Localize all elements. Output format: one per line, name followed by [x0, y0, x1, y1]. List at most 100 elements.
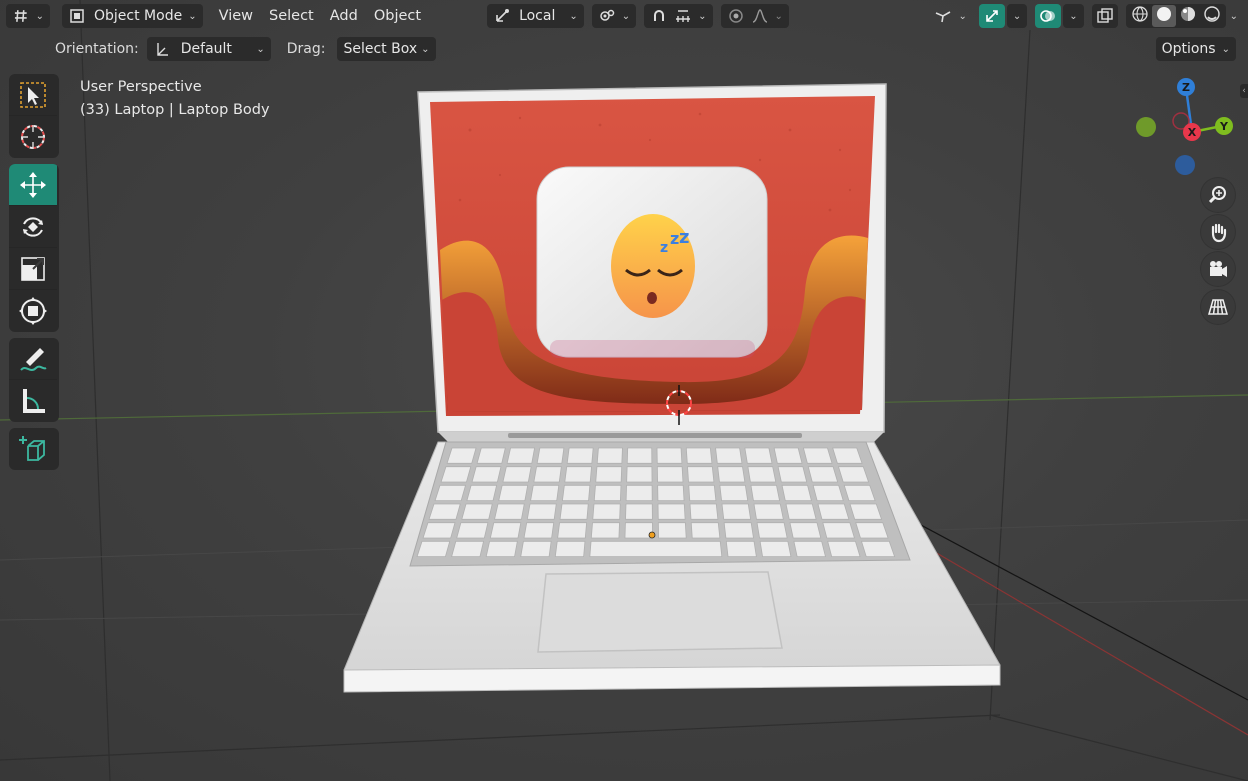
- keyboard-key: [461, 503, 493, 520]
- keyboard-key: [685, 447, 713, 464]
- drag-dropdown[interactable]: Select Box ⌄: [337, 37, 436, 61]
- material-shading-button[interactable]: [1176, 5, 1200, 27]
- overlay-dropdown[interactable]: ⌄: [1063, 4, 1084, 28]
- rendered-shading-button[interactable]: [1200, 5, 1224, 27]
- xray-toggle[interactable]: [1091, 4, 1118, 28]
- keyboard-key: [721, 503, 752, 520]
- laptop-lid: z z z: [417, 83, 887, 442]
- zoom-button[interactable]: [1201, 178, 1235, 212]
- tool-scale[interactable]: [9, 248, 57, 290]
- keyboard-key: [557, 522, 588, 539]
- keyboard-key: [715, 447, 743, 464]
- proportional-editing-toggle[interactable]: ⌄: [720, 4, 789, 28]
- tool-rotate[interactable]: [9, 206, 57, 248]
- keyboard-key: [687, 466, 715, 483]
- solid-shading-button[interactable]: [1151, 5, 1176, 27]
- keyboard-key: [789, 522, 822, 539]
- snap-toggle[interactable]: ⌄: [644, 4, 713, 28]
- axis-y-label: Y: [1219, 120, 1229, 133]
- tool-move[interactable]: [9, 164, 57, 206]
- pivot-point-dropdown[interactable]: ⌄: [591, 4, 637, 28]
- keyboard-key: [434, 484, 467, 502]
- menu-add[interactable]: Add: [322, 8, 366, 24]
- keyboard-key: [657, 503, 686, 520]
- tool-annotate[interactable]: [9, 338, 57, 380]
- object-mode-icon: [70, 9, 84, 23]
- keyboard-key: [807, 466, 839, 483]
- overlay-icon: [1040, 10, 1056, 22]
- keyboard-key: [595, 466, 623, 483]
- menu-object[interactable]: Object: [366, 8, 429, 24]
- navigation-gizmo[interactable]: Z Y X: [1126, 74, 1236, 179]
- keyboard-key: [592, 503, 621, 520]
- sidebar-toggle[interactable]: ‹: [1240, 84, 1248, 98]
- perspective-toggle-button[interactable]: [1201, 290, 1235, 324]
- keyboard-key: [626, 466, 653, 483]
- camera-icon: [1210, 261, 1227, 277]
- viewport-header: ⌄ Object Mode ⌄ View Select Add Object L…: [0, 0, 1248, 32]
- tool-cursor[interactable]: [9, 116, 57, 158]
- mode-dropdown[interactable]: Object Mode ⌄: [62, 4, 203, 28]
- keyboard-key: [753, 503, 784, 520]
- header-menus: View Select Add Object: [211, 8, 429, 24]
- tool-measure[interactable]: [9, 380, 57, 422]
- axis-neg-y[interactable]: [1136, 117, 1156, 137]
- header-right: ⌄ ⌄ ⌄ ⌄: [928, 4, 1242, 28]
- tool-settings-bar: Orientation: Default ⌄ Drag: Select Box …: [0, 34, 1248, 64]
- transform-orientation-dropdown[interactable]: Local ⌄: [487, 4, 584, 28]
- editor-type-button[interactable]: ⌄: [6, 4, 50, 28]
- menu-view[interactable]: View: [211, 8, 261, 24]
- snap-icon: [654, 10, 665, 21]
- keyboard-key: [656, 466, 684, 483]
- keyboard-key: [561, 484, 591, 502]
- orientation-label: Local: [519, 8, 556, 24]
- gizmo-dropdown[interactable]: ⌄: [1006, 4, 1028, 28]
- keyboard-key: [725, 540, 757, 558]
- keyboard-key: [523, 522, 555, 539]
- keyboard-key: [843, 484, 876, 502]
- wireframe-shading-button[interactable]: [1128, 5, 1152, 27]
- keyboard-key: [485, 540, 518, 558]
- options-dropdown[interactable]: Options ⌄: [1155, 37, 1236, 61]
- shading-dropdown[interactable]: ⌄: [1226, 4, 1242, 28]
- keyboard-key: [657, 484, 685, 502]
- orientation-setting-dropdown[interactable]: Default ⌄: [146, 37, 271, 61]
- keyboard-key: [593, 484, 622, 502]
- keyboard-key: [446, 447, 477, 464]
- keyboard-key: [554, 540, 586, 558]
- keyboard-key: [476, 447, 506, 464]
- laptop-base: [343, 441, 1001, 693]
- visibility-icon: [936, 11, 951, 23]
- tool-transform[interactable]: [9, 290, 57, 332]
- keyboard-key: [625, 503, 653, 520]
- pivot-icon: [600, 9, 614, 21]
- keyboard-key: [832, 447, 863, 464]
- axis-x-label: X: [1188, 126, 1197, 139]
- tool-select-box[interactable]: [9, 74, 57, 116]
- viewport-editor-icon: [14, 10, 27, 22]
- keyboard-key: [849, 503, 883, 520]
- menu-select[interactable]: Select: [261, 8, 322, 24]
- keyboard-key: [456, 522, 489, 539]
- keyboard-key: [817, 503, 850, 520]
- camera-view-button[interactable]: [1201, 252, 1235, 286]
- keyboard-key: [860, 540, 896, 558]
- overlay-toggle[interactable]: [1035, 4, 1062, 28]
- rendered-icon: [1203, 6, 1220, 22]
- 3d-viewport[interactable]: z z z ⌄ Object Mode ⌄ View Select Add Ob…: [0, 0, 1248, 781]
- keyboard-key: [559, 503, 589, 520]
- tool-add-cube[interactable]: [9, 428, 57, 470]
- keyboard-key: [855, 522, 889, 539]
- keyboard-key: [564, 466, 592, 483]
- keyboard-key: [690, 522, 721, 539]
- keyboard-key: [656, 447, 683, 464]
- pan-button[interactable]: [1201, 215, 1235, 249]
- visibility-dropdown[interactable]: ⌄: [928, 4, 972, 28]
- keyboard-key: [812, 484, 844, 502]
- axis-neg-z[interactable]: [1175, 155, 1195, 175]
- transform-icon: [19, 297, 47, 325]
- annotate-icon: [20, 347, 47, 371]
- gizmo-toggle[interactable]: [978, 4, 1005, 28]
- keyboard-key: [590, 522, 620, 539]
- keyboard-key: [506, 447, 536, 464]
